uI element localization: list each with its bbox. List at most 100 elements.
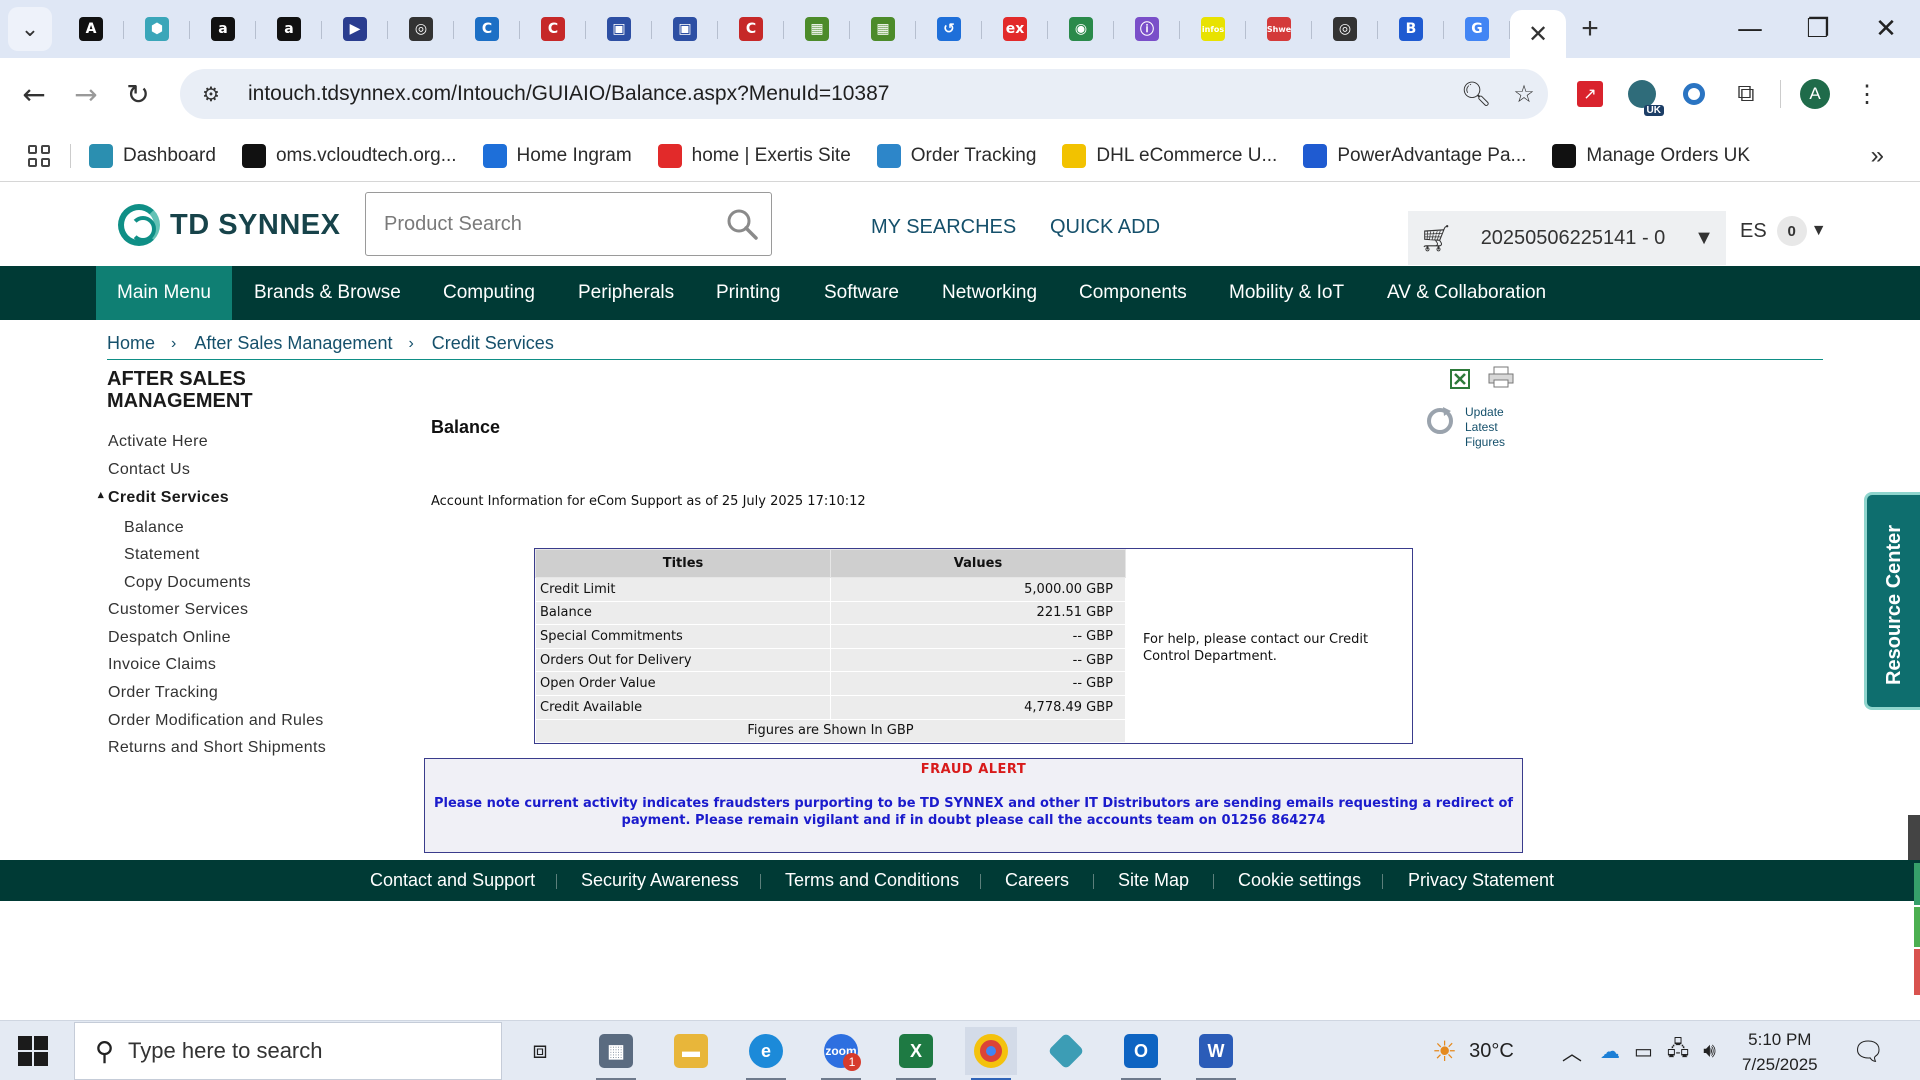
back-button[interactable]: ← xyxy=(8,68,60,120)
language-selector[interactable]: ES 0 ▼ xyxy=(1740,216,1827,246)
volume-icon[interactable]: 🔊︎ xyxy=(1703,1040,1716,1063)
resource-center-tab[interactable]: Resource Center xyxy=(1864,492,1920,710)
onedrive-icon[interactable]: ☁ xyxy=(1600,1039,1620,1064)
sidebar-item-customer-services[interactable]: Customer Services xyxy=(108,601,248,619)
tab-search-button[interactable]: ⌄ xyxy=(8,7,52,51)
windows-start-icon[interactable] xyxy=(18,1036,48,1066)
network-icon[interactable]: 🖧︎ xyxy=(1667,1034,1689,1068)
browser-tab[interactable]: ▦ xyxy=(850,9,916,49)
minimize-button[interactable]: — xyxy=(1716,0,1784,58)
search-icon[interactable] xyxy=(725,207,759,241)
browser-tab[interactable]: a xyxy=(190,9,256,49)
excel-export-icon[interactable] xyxy=(1450,369,1470,389)
new-tab-button[interactable]: + xyxy=(1566,9,1614,49)
sidebar-item-despatch-online[interactable]: Despatch Online xyxy=(108,629,231,647)
nav-brands-browse[interactable]: Brands & Browse xyxy=(254,266,401,320)
footer-contact-support[interactable]: Contact and Support xyxy=(370,860,535,901)
sidebar-item-copy-documents[interactable]: Copy Documents xyxy=(124,574,251,592)
vpn-extension-icon[interactable]: UK xyxy=(1616,68,1668,120)
footer-privacy-statement[interactable]: Privacy Statement xyxy=(1408,860,1554,901)
browser-tab[interactable]: C xyxy=(520,9,586,49)
cart-quote-selector[interactable]: 🛒︎ 20250506225141 - 0 ▼ xyxy=(1408,211,1726,265)
browser-tab[interactable]: ◎ xyxy=(1312,9,1378,49)
browser-tab[interactable]: Shwe xyxy=(1246,9,1312,49)
file-explorer-icon[interactable]: ▬ xyxy=(665,1027,717,1075)
nav-computing[interactable]: Computing xyxy=(443,266,535,320)
browser-tab[interactable]: ▣ xyxy=(652,9,718,49)
notifications-icon[interactable]: 🗨︎ xyxy=(1852,1021,1885,1080)
nav-printing[interactable]: Printing xyxy=(716,266,780,320)
nav-software[interactable]: Software xyxy=(824,266,899,320)
browser-tab[interactable]: ◉ xyxy=(1048,9,1114,49)
footer-terms[interactable]: Terms and Conditions xyxy=(785,860,959,901)
taskbar-search-box[interactable]: ⚲ Type here to search xyxy=(74,1022,502,1080)
footer-security-awareness[interactable]: Security Awareness xyxy=(581,860,739,901)
close-tab-icon[interactable]: ✕ xyxy=(1528,20,1548,49)
outlook-app-icon[interactable]: O xyxy=(1115,1027,1167,1080)
sidebar-item-returns[interactable]: Returns and Short Shipments xyxy=(108,739,326,757)
hexagon-app-icon[interactable] xyxy=(1040,1027,1092,1075)
chrome-app-icon[interactable] xyxy=(965,1027,1017,1080)
sidebar-item-invoice-claims[interactable]: Invoice Claims xyxy=(108,656,216,674)
site-settings-icon[interactable]: ⚙ xyxy=(186,82,236,107)
system-clock[interactable]: 5:10 PM 7/25/2025 xyxy=(1742,1027,1818,1077)
bookmark-item[interactable]: Order Tracking xyxy=(876,143,1036,168)
quick-add-link[interactable]: QUICK ADD xyxy=(1050,216,1160,239)
calculator-app-icon[interactable]: ▦ xyxy=(590,1027,642,1080)
battery-icon[interactable]: ▭ xyxy=(1634,1039,1653,1064)
address-bar[interactable]: ⚙ intouch.tdsynnex.com/Intouch/GUIAIO/Ba… xyxy=(180,69,1548,119)
browser-tab[interactable]: ◎ xyxy=(388,9,454,49)
browser-tab[interactable]: ▣ xyxy=(586,9,652,49)
browser-tab[interactable]: ▦ xyxy=(784,9,850,49)
reload-button[interactable]: ↻ xyxy=(112,68,164,120)
close-window-button[interactable]: ✕ xyxy=(1852,0,1920,58)
sidebar-item-balance[interactable]: Balance xyxy=(124,519,184,537)
task-view-icon[interactable]: ⧈ xyxy=(514,1027,566,1075)
active-tab[interactable]: ✕ xyxy=(1510,10,1566,58)
edge-browser-icon[interactable]: e xyxy=(740,1027,792,1080)
sidebar-item-order-modification[interactable]: Order Modification and Rules xyxy=(108,712,324,730)
browser-tab[interactable]: ▶ xyxy=(322,9,388,49)
bookmark-item[interactable]: DHL eCommerce U... xyxy=(1062,143,1277,168)
pdf-extension-icon[interactable]: ↗ xyxy=(1564,68,1616,120)
extensions-puzzle-icon[interactable]: ⧉ xyxy=(1720,68,1772,120)
footer-careers[interactable]: Careers xyxy=(1005,860,1069,901)
browser-tab[interactable]: C xyxy=(718,9,784,49)
nav-av-collaboration[interactable]: AV & Collaboration xyxy=(1387,266,1546,320)
browser-tab[interactable]: B xyxy=(1378,9,1444,49)
td-synnex-logo[interactable]: TD SYNNEX xyxy=(118,204,340,246)
browser-tab[interactable]: A xyxy=(58,9,124,49)
nav-mobility-iot[interactable]: Mobility & IoT xyxy=(1229,266,1344,320)
excel-app-icon[interactable]: X xyxy=(890,1027,942,1080)
browser-tab[interactable]: ⓘ xyxy=(1114,9,1180,49)
update-latest-figures[interactable]: Update Latest Figures xyxy=(1425,405,1515,450)
sidebar-item-contact-us[interactable]: Contact Us xyxy=(108,461,190,479)
cart-icon[interactable]: 🛒︎ xyxy=(1408,223,1464,254)
nav-components[interactable]: Components xyxy=(1079,266,1187,320)
chevron-up-icon[interactable]: ︿ xyxy=(1562,1037,1582,1066)
profile-button[interactable]: A xyxy=(1789,68,1841,120)
breadcrumb-home[interactable]: Home xyxy=(107,333,155,354)
language-dropdown-icon[interactable]: ▼ xyxy=(1811,222,1827,240)
browser-tab[interactable]: ⬢ xyxy=(124,9,190,49)
bookmark-item[interactable]: Dashboard xyxy=(89,143,216,168)
quote-dropdown-icon[interactable]: ▼ xyxy=(1682,227,1726,250)
zoom-icon[interactable]: 🔍︎ xyxy=(1452,80,1500,109)
support-extension-icon[interactable] xyxy=(1668,68,1720,120)
restore-button[interactable]: ❐ xyxy=(1784,0,1852,58)
footer-site-map[interactable]: Site Map xyxy=(1118,860,1189,901)
sidebar-item-order-tracking[interactable]: Order Tracking xyxy=(108,684,218,702)
bookmark-item[interactable]: home | Exertis Site xyxy=(657,143,851,168)
browser-tab[interactable]: C xyxy=(454,9,520,49)
my-searches-link[interactable]: MY SEARCHES xyxy=(871,216,1016,239)
breadcrumb-after-sales[interactable]: After Sales Management xyxy=(194,333,392,354)
browser-tab[interactable]: a xyxy=(256,9,322,49)
zoom-app-icon[interactable]: zoom 1 xyxy=(815,1027,867,1080)
bookmark-star-icon[interactable]: ☆ xyxy=(1500,80,1548,109)
browser-tab[interactable]: ex xyxy=(982,9,1048,49)
nav-main-menu[interactable]: Main Menu xyxy=(96,266,232,320)
update-latest-figures-label[interactable]: Update Latest Figures xyxy=(1465,405,1515,450)
bookmark-item[interactable]: oms.vcloudtech.org... xyxy=(241,143,457,168)
word-app-icon[interactable]: W xyxy=(1190,1027,1242,1080)
more-bookmarks-icon[interactable]: » xyxy=(1871,142,1884,170)
